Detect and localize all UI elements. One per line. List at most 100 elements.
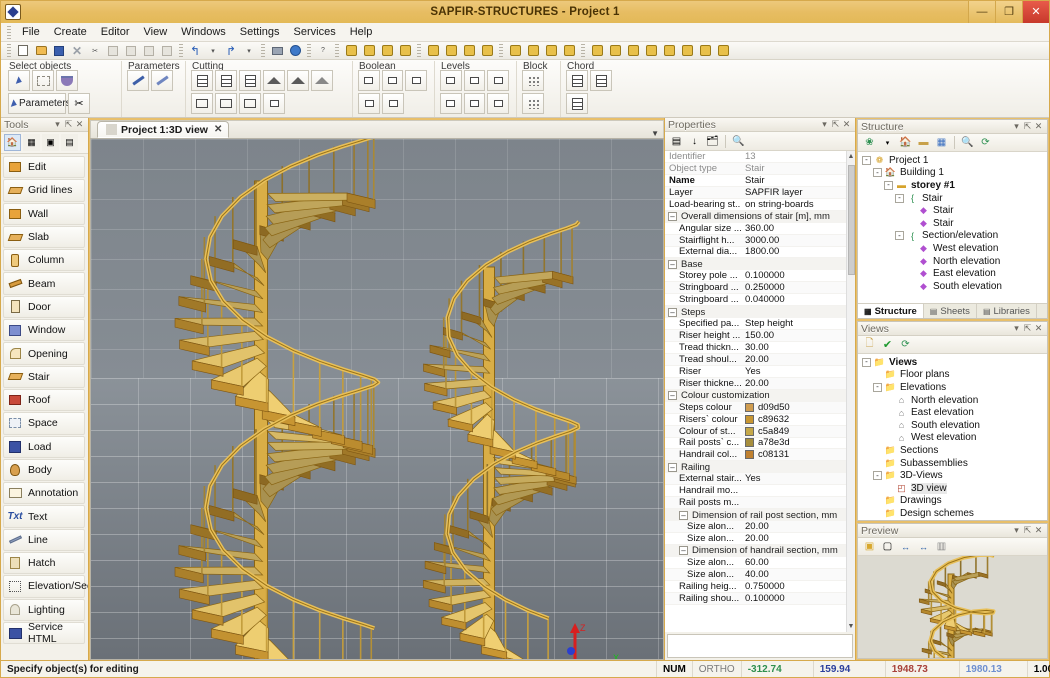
property-value[interactable]: 0.250000 bbox=[741, 282, 846, 293]
property-row[interactable]: Size alon... 60.00 bbox=[665, 557, 846, 569]
structure-node-stair[interactable]: ◆ Stair bbox=[858, 217, 1047, 230]
structure-node-storey-1[interactable]: - ▬ storey #1 bbox=[858, 179, 1047, 192]
close-icon[interactable]: ✕ bbox=[841, 119, 852, 130]
toolbar-grip-1[interactable] bbox=[7, 43, 11, 58]
menu-item-view[interactable]: View bbox=[137, 24, 175, 40]
chord-up-icon[interactable] bbox=[566, 70, 588, 91]
lower-level-icon[interactable] bbox=[463, 70, 486, 91]
render-icon[interactable] bbox=[343, 43, 359, 58]
property-row[interactable]: External stair... Yes bbox=[665, 473, 846, 486]
tool-item-beam[interactable]: Beam bbox=[3, 272, 85, 295]
split-icon[interactable] bbox=[382, 93, 404, 114]
measure-icon[interactable] bbox=[561, 43, 577, 58]
dropdown-icon[interactable]: ▾ bbox=[880, 135, 895, 150]
property-row[interactable]: Railing shou... 0.100000 bbox=[665, 593, 846, 605]
apply-parameters-icon[interactable] bbox=[151, 70, 173, 91]
property-group[interactable]: – Steps bbox=[665, 306, 846, 319]
filter-select-icon[interactable] bbox=[56, 70, 78, 91]
property-row[interactable]: Railing heig... 0.750000 bbox=[665, 581, 846, 593]
light-icon[interactable] bbox=[507, 43, 523, 58]
layer-icon[interactable] bbox=[625, 43, 641, 58]
status-num[interactable]: NUM bbox=[657, 661, 693, 677]
tree-collapse-icon[interactable]: - bbox=[873, 471, 882, 481]
group-icon[interactable] bbox=[461, 43, 477, 58]
collapse-chevron-icon[interactable]: ▾ bbox=[1011, 121, 1022, 132]
rotate-icon[interactable] bbox=[425, 43, 441, 58]
extend-corner-icon[interactable] bbox=[215, 93, 237, 114]
solid-icon[interactable] bbox=[379, 43, 395, 58]
property-row[interactable]: Layer SAPFIR layer bbox=[665, 187, 846, 199]
tool-item-hatch[interactable]: Hatch bbox=[3, 552, 85, 575]
property-value[interactable]: 20.00 bbox=[741, 521, 846, 532]
property-row[interactable]: Load-bearing st... on string-boards bbox=[665, 199, 846, 211]
refresh-view-icon[interactable]: ⟳ bbox=[898, 337, 913, 352]
new-view-icon[interactable]: 🗋 bbox=[862, 337, 877, 352]
plan-icon[interactable]: ▦ bbox=[934, 135, 949, 150]
tool-item-elevation-sectio[interactable]: Elevation/Sectio bbox=[3, 575, 88, 598]
print-icon[interactable] bbox=[269, 43, 285, 58]
eyedropper-icon[interactable] bbox=[127, 70, 149, 91]
views-node-floor-plans[interactable]: 📁 Floor plans bbox=[858, 369, 1047, 382]
menu-item-services[interactable]: Services bbox=[287, 24, 343, 40]
tree-collapse-icon[interactable]: - bbox=[895, 193, 904, 203]
views-node-drawings[interactable]: 📁 Drawings bbox=[858, 495, 1047, 508]
views-node-north-elevation[interactable]: ⌂ North elevation bbox=[858, 394, 1047, 407]
tool-item-space[interactable]: Space bbox=[3, 412, 85, 435]
cut-vertical-icon[interactable] bbox=[215, 70, 237, 91]
property-value[interactable]: on string-boards bbox=[741, 199, 846, 210]
views-node-elevations[interactable]: - 📁 Elevations bbox=[858, 381, 1047, 394]
redo-dropdown-icon[interactable]: ▾ bbox=[241, 43, 257, 58]
property-row[interactable]: Riser Yes bbox=[665, 366, 846, 378]
property-value[interactable]: 0.750000 bbox=[741, 581, 846, 592]
views-node-east-elevation[interactable]: ⌂ East elevation bbox=[858, 406, 1047, 419]
property-row[interactable]: Rail posts m... bbox=[665, 497, 846, 510]
property-row[interactable]: Handrail mo... bbox=[665, 485, 846, 498]
tool-item-wall[interactable]: Wall bbox=[3, 202, 85, 225]
panel-tab-structure[interactable]: ▦ Structure bbox=[858, 304, 924, 318]
tool-item-column[interactable]: Column bbox=[3, 249, 85, 272]
cut-both-icon[interactable] bbox=[239, 70, 261, 91]
status-ortho[interactable]: ORTHO bbox=[693, 661, 742, 677]
spiral-stair-right[interactable] bbox=[381, 220, 601, 659]
tool-item-load[interactable]: Load bbox=[3, 435, 85, 458]
align-top-icon[interactable] bbox=[487, 70, 510, 91]
scroll-up-icon[interactable]: ▲ bbox=[847, 151, 855, 162]
colour-swatch[interactable] bbox=[745, 426, 754, 436]
document-tab[interactable]: Project 1:3D view ✕ bbox=[97, 121, 230, 138]
tree-collapse-icon[interactable]: - bbox=[873, 168, 882, 178]
property-value[interactable]: 0.040000 bbox=[741, 294, 846, 305]
redo-arrow-icon[interactable]: ↱ bbox=[223, 43, 239, 58]
property-row[interactable]: Storey pole ... 0.100000 bbox=[665, 270, 846, 283]
property-row[interactable]: Tread shoul... 20.00 bbox=[665, 354, 846, 366]
panel-tab-libraries[interactable]: ▤ Libraries bbox=[977, 304, 1037, 318]
extend-edge-icon[interactable] bbox=[239, 93, 261, 114]
scroll-down-icon[interactable]: ▼ bbox=[847, 621, 855, 632]
chord-down-icon[interactable] bbox=[566, 93, 588, 114]
colour-swatch[interactable] bbox=[745, 402, 754, 412]
property-group[interactable]: – Base bbox=[665, 258, 846, 271]
zoom-icon[interactable] bbox=[661, 43, 677, 58]
property-pages-icon[interactable]: 🗂 bbox=[705, 134, 720, 149]
trim-icon[interactable] bbox=[191, 93, 213, 114]
cut-scissors-icon[interactable]: ✂ bbox=[87, 43, 103, 58]
menu-item-help[interactable]: Help bbox=[343, 24, 380, 40]
group-collapse-icon[interactable]: – bbox=[668, 307, 677, 317]
property-value[interactable]: Yes bbox=[741, 473, 846, 484]
tool-item-edit[interactable]: Edit bbox=[3, 156, 85, 179]
colour-swatch[interactable] bbox=[745, 414, 754, 424]
menu-grip[interactable] bbox=[7, 25, 11, 39]
grid-icon[interactable] bbox=[607, 43, 623, 58]
spiral-stair-left[interactable] bbox=[121, 139, 401, 659]
property-row[interactable]: External dia... 1800.00 bbox=[665, 246, 846, 259]
snap-icon[interactable] bbox=[589, 43, 605, 58]
rectangle-select-icon[interactable] bbox=[32, 70, 54, 91]
search-icon[interactable]: 🔍 bbox=[731, 134, 746, 149]
views-node-3d-view[interactable]: ◰ 3D view bbox=[858, 482, 1047, 495]
panel-tab-sheets[interactable]: ▤ Sheets bbox=[924, 304, 977, 318]
section-icon[interactable] bbox=[543, 43, 559, 58]
building-icon[interactable]: 🏠 bbox=[898, 135, 913, 150]
merge-icon[interactable] bbox=[358, 93, 380, 114]
tool-item-text[interactable]: Txt Text bbox=[3, 505, 85, 528]
tree-collapse-icon[interactable]: - bbox=[873, 382, 882, 392]
property-group[interactable]: – Railing bbox=[665, 461, 846, 474]
